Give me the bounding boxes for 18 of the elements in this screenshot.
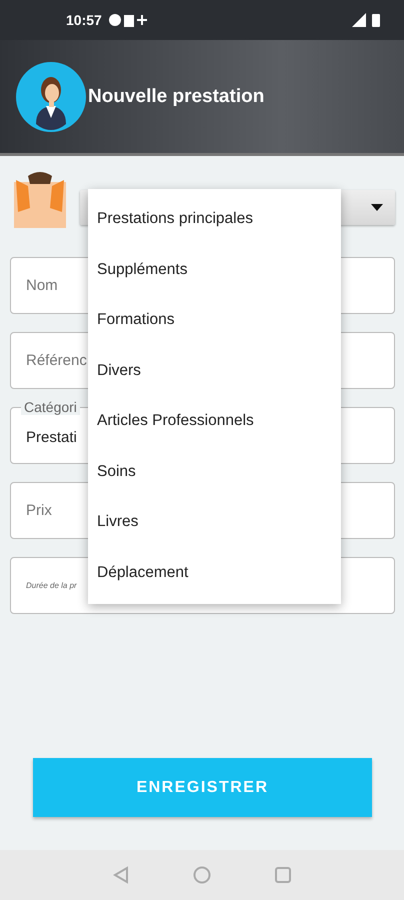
menu-item[interactable]: Formations [88, 295, 341, 346]
menu-item[interactable]: Prestations principales [88, 194, 341, 244]
avatar-icon [16, 62, 86, 132]
caret-icon [371, 204, 383, 211]
home-icon[interactable] [193, 866, 211, 884]
menu-item[interactable]: Divers [88, 346, 341, 396]
recents-icon[interactable] [275, 867, 291, 883]
massage-icon [14, 172, 66, 228]
back-icon[interactable] [113, 866, 129, 884]
status-time: 10:57 [66, 12, 102, 28]
menu-item[interactable]: Suppléments [88, 244, 341, 295]
page-title: Nouvelle prestation [88, 86, 264, 108]
menu-item[interactable]: Livres [88, 497, 341, 548]
menu-item[interactable]: Articles Professionnels [88, 396, 341, 446]
signal-icon [352, 13, 366, 27]
battery-icon [372, 13, 380, 27]
menu-item[interactable]: Déplacement [88, 548, 341, 598]
menu-item[interactable]: Soins [88, 446, 341, 497]
